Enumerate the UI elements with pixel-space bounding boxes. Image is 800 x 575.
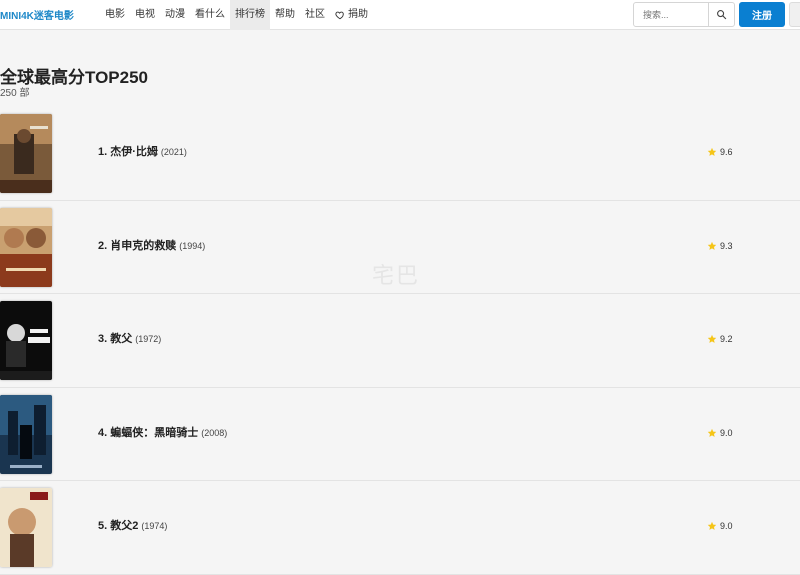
movie-year: (2021) (160, 147, 187, 157)
search-icon (717, 10, 727, 20)
login-button[interactable] (789, 2, 800, 27)
list-item[interactable]: 2. 肖申克的救赎 (1994) 9.3 (0, 201, 800, 294)
rating-value: 9.0 (720, 521, 733, 531)
search-input[interactable] (634, 3, 708, 26)
movie-title[interactable]: 5. 教父2 (1974) (98, 517, 167, 533)
search-button[interactable] (708, 3, 734, 26)
star-icon (707, 521, 717, 530)
star-icon (707, 147, 717, 156)
star-icon (707, 334, 717, 343)
movie-title[interactable]: 2. 肖申克的救赎 (1994) (98, 237, 205, 253)
nav-item-anime[interactable]: 动漫 (160, 0, 190, 30)
heart-icon (335, 11, 344, 19)
rating-value: 9.0 (720, 427, 733, 438)
movie-rating: 9.0 (707, 521, 733, 531)
movie-year: (1974) (141, 521, 168, 531)
nav-item-tv[interactable]: 电视 (130, 0, 160, 30)
nav-item-rankings[interactable]: 排行榜 (230, 0, 270, 30)
top-navbar: MINI4K迷客电影 电影 电视 动漫 看什么 排行榜 帮助 社区 捐助 注册 (0, 0, 800, 30)
nav-item-label: 看什么 (195, 8, 225, 20)
movie-rating: 9.6 (707, 147, 733, 157)
nav-item-label: 电影 (105, 8, 125, 20)
list-item[interactable]: 5. 教父2 (1974) 9.0 (0, 481, 800, 575)
nav-item-label: 动漫 (165, 8, 185, 20)
movie-name: 2. 肖申克的救赎 (98, 239, 177, 252)
register-button[interactable]: 注册 (739, 2, 785, 27)
movie-name: 4. 蝙蝠侠：黑暗骑士 (98, 426, 199, 439)
movie-poster[interactable] (0, 394, 52, 474)
nav-item-label: 社区 (305, 8, 325, 20)
list-item[interactable]: 1. 杰伊·比姆 (2021) 9.6 (0, 107, 800, 201)
movie-rating: 9.0 (707, 428, 733, 438)
nav-item-label: 捐助 (348, 8, 368, 20)
nav-item-community[interactable]: 社区 (300, 0, 330, 30)
site-logo[interactable]: MINI4K迷客电影 (0, 7, 92, 22)
nav-item-discover[interactable]: 看什么 (190, 0, 230, 30)
movie-poster[interactable] (0, 301, 52, 380)
movie-year: (1994) (179, 240, 206, 251)
movie-title[interactable]: 3. 教父 (1972) (98, 330, 161, 346)
movie-poster[interactable] (0, 114, 52, 193)
main-nav: 电影 电视 动漫 看什么 排行榜 帮助 社区 捐助 (100, 0, 373, 30)
movie-year: (2008) (201, 427, 228, 438)
star-icon (707, 428, 717, 437)
nav-item-label: 电视 (135, 8, 155, 20)
movie-name: 3. 教父 (98, 333, 133, 345)
item-count: 250 部 (0, 88, 30, 99)
nav-item-label: 帮助 (275, 8, 295, 20)
movie-name: 1. 杰伊·比姆 (98, 146, 158, 158)
ranking-list: 1. 杰伊·比姆(2021) 9.6 2. 肖申克的救赎(1994) 9.3 (0, 107, 800, 575)
list-item[interactable]: 4. 蝙蝠侠：黑暗骑士 (2008) 9.0 (0, 388, 800, 481)
rating-value: 9.2 (720, 334, 733, 344)
list-item[interactable]: 3. 教父 (1972) 9.2 (0, 294, 800, 388)
movie-name: 5. 教父2 (98, 520, 139, 532)
nav-item-help[interactable]: 帮助 (270, 0, 300, 30)
movie-rating: 9.2 (707, 334, 733, 344)
rating-value: 9.3 (720, 240, 733, 251)
star-icon (707, 241, 717, 250)
nav-item-movies[interactable]: 电影 (100, 0, 130, 30)
nav-item-donate[interactable]: 捐助 (330, 0, 373, 30)
movie-rating: 9.3 (707, 241, 733, 251)
nav-item-label: 排行榜 (235, 8, 265, 20)
movie-poster[interactable] (0, 207, 52, 287)
movie-title[interactable]: 1. 杰伊·比姆 (2021) (98, 143, 187, 159)
movie-title[interactable]: 4. 蝙蝠侠：黑暗骑士 (2008) (98, 424, 227, 440)
movie-poster[interactable] (0, 488, 52, 567)
movie-year: (1972) (135, 334, 162, 344)
search-box (633, 2, 735, 27)
rating-value: 9.6 (720, 147, 733, 157)
